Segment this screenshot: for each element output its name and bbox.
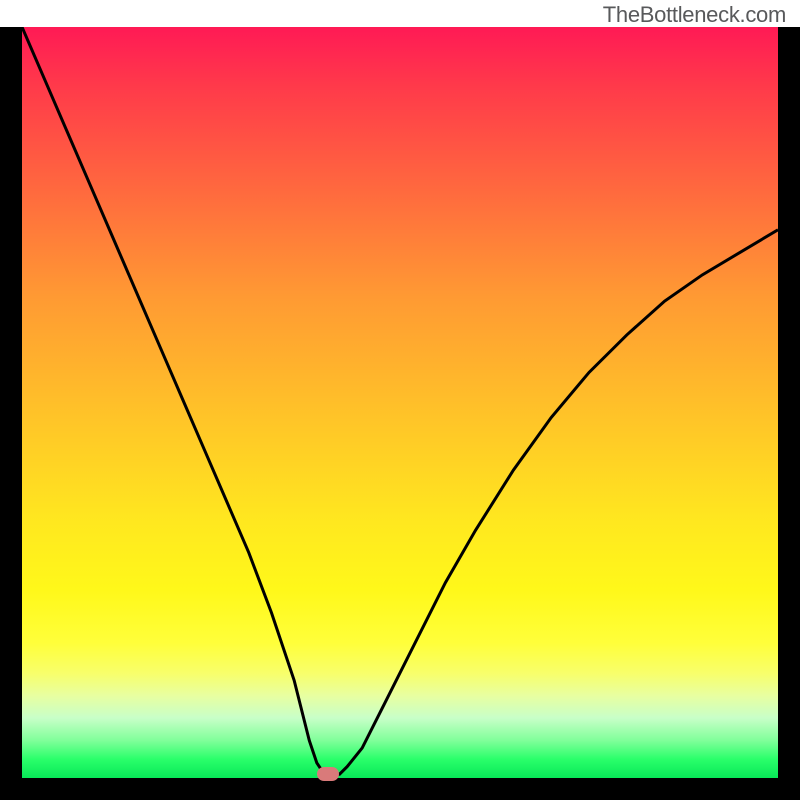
watermark-text: TheBottleneck.com — [603, 2, 786, 28]
chart-frame — [0, 27, 800, 800]
bottleneck-curve — [22, 27, 778, 778]
bottleneck-curve-path — [22, 27, 778, 774]
optimal-point-marker — [317, 767, 339, 781]
chart-plot-area — [22, 27, 778, 778]
